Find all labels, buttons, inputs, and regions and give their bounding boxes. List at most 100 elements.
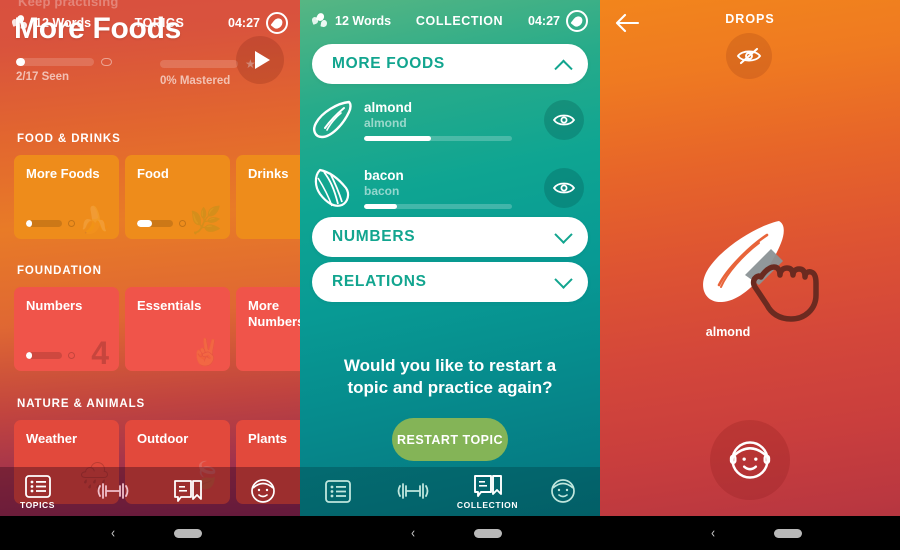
topic-card[interactable]: More Foods 🍌 [14,155,119,239]
droplet-timer-icon[interactable] [566,10,588,32]
bottom-tabbar-collection: COLLECTION [300,467,600,516]
bottom-tabbar-topics: TOPICS [0,467,300,516]
tab-topics[interactable] [300,479,375,505]
tab-topics[interactable]: TOPICS [0,474,75,510]
android-nav-bar-3: ‹ [600,516,900,550]
timer-label: 04:27 [228,16,260,30]
restart-prompt: Would you like to restart a topic and pr… [343,356,557,398]
number-glyph: 4 [91,335,109,371]
accordion-title: MORE FOODS [332,55,445,72]
tab-collection[interactable] [150,478,225,505]
almond-with-cursor-icon [703,221,819,322]
topic-card[interactable]: Essentials ✌ [125,287,230,371]
home-pill-icon [773,528,802,538]
hand-glyph-icon: ✌ [189,337,222,367]
topic-card-name: More Numbers [248,298,300,329]
topic-card-name: Essentials [137,298,202,313]
android-home-button[interactable] [750,528,825,538]
topic-card-name: Outdoor [137,431,189,446]
hide-toggle-button[interactable] [726,33,772,79]
restart-topic-button[interactable]: RESTART TOPIC [392,418,508,461]
word-text-block: bacon bacon [364,168,544,209]
seen-label: 2/17 Seen [16,71,70,83]
dumbbell-icon [397,483,428,499]
panel-drops: DROPS almond ‹ [600,0,900,550]
list-icon [24,474,51,498]
eye-dot-icon [179,220,186,227]
almond-icon [300,97,364,143]
word-term: almond [364,99,413,115]
screenshot-stage: Keep practising 12 Words TOPICS 04:27 Mo… [0,0,900,550]
drops-logo-icon [310,11,330,29]
topic-card-progress [137,220,173,227]
section-heading-foundation: FOUNDATION [17,265,102,277]
back-chevron-icon: ‹ [410,523,415,542]
topic-card-name: Drinks [248,166,289,181]
play-button[interactable] [236,36,284,84]
eye-icon [553,182,575,194]
android-nav-bar-1: ‹ [0,516,300,550]
collection-header-label: COLLECTION [415,14,504,28]
panel-topics: Keep practising 12 Words TOPICS 04:27 Mo… [0,0,300,550]
page-title: DROPS [725,12,775,26]
seen-progress-bar [16,58,94,66]
restart-topic-label: RESTART TOPIC [396,432,504,447]
page-title: More Foods [14,12,181,45]
topic-card-name: Weather [26,431,78,446]
topic-card[interactable]: Food 🌿 [125,155,230,239]
eye-dot-icon [68,352,75,359]
android-home-button[interactable] [150,528,225,538]
accordion-more-foods[interactable]: MORE FOODS [312,44,588,84]
mastered-progress-bar [160,60,238,68]
word-row-bacon[interactable]: bacon bacon [300,158,600,218]
topic-card[interactable]: More Numbers [236,287,300,371]
reveal-button-bacon[interactable] [544,168,584,208]
reveal-button-almond[interactable] [544,100,584,140]
book-bookmark-icon [473,475,502,497]
section-heading-food: FOOD & DRINKS [17,133,121,145]
accordion-numbers[interactable]: NUMBERS [312,217,588,257]
word-text-block: almond almond [364,100,544,141]
bacon-icon [300,164,364,212]
topic-card-name: Numbers [26,298,83,313]
drop-word-label: almond [705,325,751,339]
drop-word-card[interactable]: almond [600,215,900,339]
android-nav-bar-2: ‹ [300,516,600,550]
droplet-timer-icon[interactable] [266,12,288,34]
play-icon [254,51,270,69]
stat-seen: 2/17 Seen [16,58,126,87]
tab-practice[interactable] [375,480,450,503]
tab-profile[interactable] [525,477,600,506]
android-back-button[interactable]: ‹ [75,525,150,541]
face-icon [550,479,575,503]
face-icon [729,441,771,479]
word-progress-bar [364,135,512,141]
accordion-relations[interactable]: RELATIONS [312,262,588,302]
chevron-down-icon [554,224,573,244]
card-row-food: More Foods 🍌 Food 🌿 Drinks [14,155,300,239]
collection-status-bar: 12 Words COLLECTION 04:27 [300,8,600,34]
tab-collection[interactable]: COLLECTION [450,473,525,510]
eye-icon [101,58,112,66]
face-icon [250,479,275,503]
tab-profile[interactable] [225,477,300,506]
android-back-button[interactable]: ‹ [375,523,450,542]
accordion-title: RELATIONS [332,273,427,290]
tab-practice[interactable] [75,480,150,503]
topic-card-name: Food [137,166,169,181]
list-icon [324,479,351,503]
avatar-button[interactable] [710,420,790,500]
eye-off-icon [736,47,762,65]
topic-card[interactable]: Drinks [236,155,300,239]
word-row-almond[interactable]: almond almond [300,90,600,150]
word-translation: almond [364,115,407,130]
food-glyph-icon: 🍌 [78,205,111,235]
android-home-button[interactable] [450,528,525,538]
topic-card[interactable]: Numbers 4 [14,287,119,371]
card-row-foundation: Numbers 4 Essentials ✌ More Numbers [14,287,300,371]
food-glyph-icon: 🌿 [189,205,222,235]
android-back-button[interactable]: ‹ [675,525,750,541]
chevron-up-icon [554,59,573,78]
topic-card-progress [26,352,62,359]
book-bookmark-icon [173,480,202,502]
